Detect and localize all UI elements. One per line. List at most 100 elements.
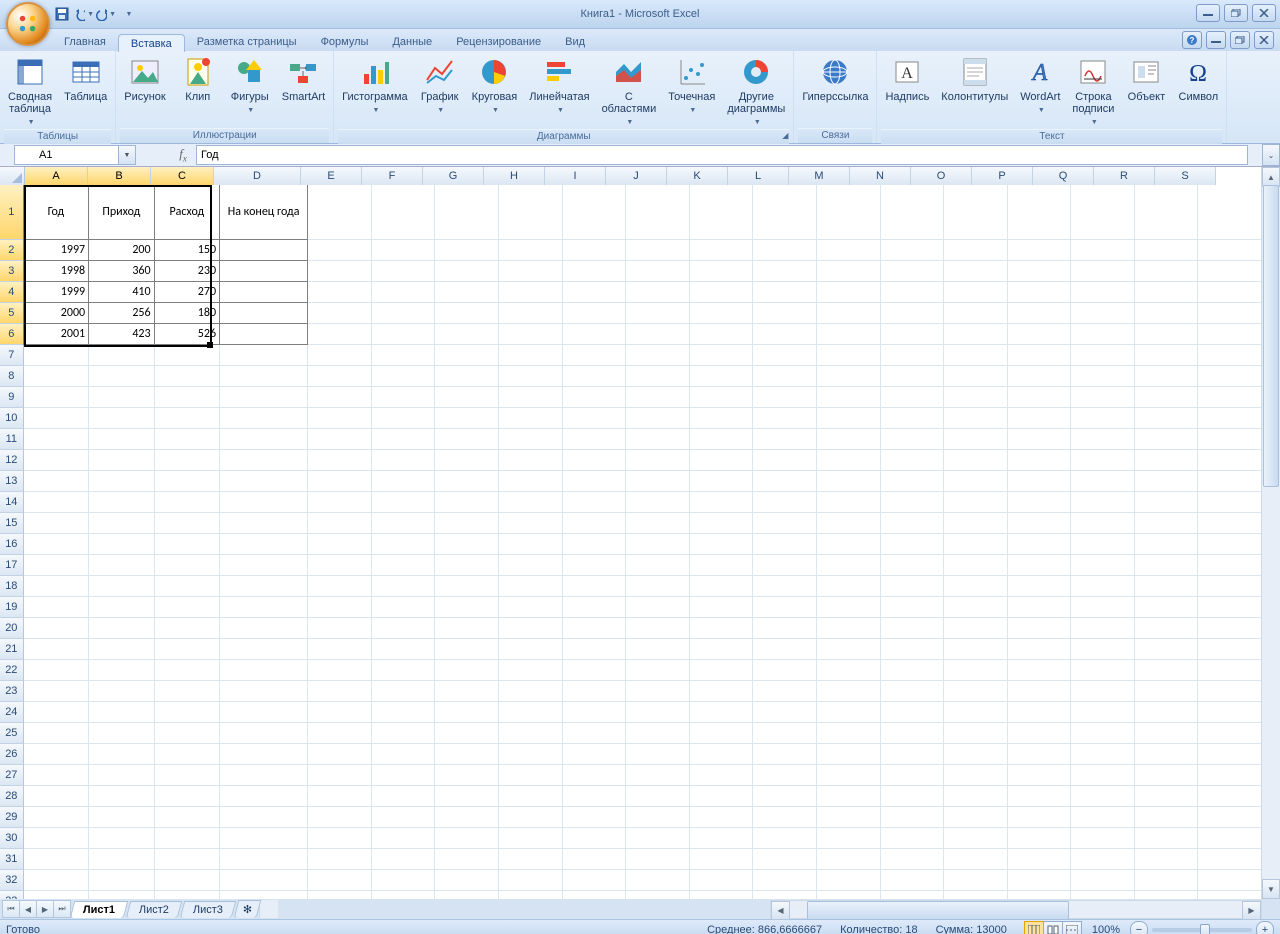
cell-C28[interactable] [155,786,220,807]
cell-Q26[interactable] [1071,744,1135,765]
cell-K20[interactable] [690,618,754,639]
cell-H2[interactable] [499,240,563,261]
cell-F28[interactable] [372,786,436,807]
cell-E17[interactable] [308,555,372,576]
cell-C20[interactable] [155,618,220,639]
cell-L22[interactable] [753,660,817,681]
cell-S2[interactable] [1198,240,1262,261]
cell-B6[interactable]: 423 [88,323,154,345]
cell-A25[interactable] [24,723,89,744]
cell-G33[interactable] [435,891,499,899]
row-header-8[interactable]: 8 [0,366,24,387]
column-header-S[interactable]: S [1155,167,1216,186]
cell-F30[interactable] [372,828,436,849]
cell-J32[interactable] [626,870,690,891]
cell-H32[interactable] [499,870,563,891]
cell-M1[interactable] [817,185,881,240]
cell-P3[interactable] [1008,261,1072,282]
cell-R9[interactable] [1135,387,1199,408]
cell-N13[interactable] [881,471,945,492]
cell-H28[interactable] [499,786,563,807]
cell-E21[interactable] [308,639,372,660]
cell-O24[interactable] [944,702,1008,723]
cell-H20[interactable] [499,618,563,639]
cell-K9[interactable] [690,387,754,408]
cell-S24[interactable] [1198,702,1262,723]
cell-O5[interactable] [944,303,1008,324]
cell-L26[interactable] [753,744,817,765]
cell-D17[interactable] [220,555,308,576]
cell-S32[interactable] [1198,870,1262,891]
cell-C21[interactable] [155,639,220,660]
ribbon-tab-данные[interactable]: Данные [380,33,444,51]
cell-S17[interactable] [1198,555,1262,576]
cell-N27[interactable] [881,765,945,786]
cell-O22[interactable] [944,660,1008,681]
cell-I19[interactable] [563,597,627,618]
cell-J22[interactable] [626,660,690,681]
cell-E25[interactable] [308,723,372,744]
cell-P10[interactable] [1008,408,1072,429]
cell-A4[interactable]: 1999 [23,281,89,303]
cell-C15[interactable] [155,513,220,534]
cell-M31[interactable] [817,849,881,870]
cell-R18[interactable] [1135,576,1199,597]
cell-E30[interactable] [308,828,372,849]
cell-R30[interactable] [1135,828,1199,849]
cell-F16[interactable] [372,534,436,555]
cell-E15[interactable] [308,513,372,534]
cell-Q7[interactable] [1071,345,1135,366]
cell-Q18[interactable] [1071,576,1135,597]
cell-B32[interactable] [89,870,154,891]
cell-A13[interactable] [24,471,89,492]
cell-A21[interactable] [24,639,89,660]
cell-S15[interactable] [1198,513,1262,534]
cell-H27[interactable] [499,765,563,786]
cell-N2[interactable] [881,240,945,261]
cell-Q6[interactable] [1071,324,1135,345]
cell-B1[interactable]: Приход [88,185,154,240]
cell-H11[interactable] [499,429,563,450]
cell-Q32[interactable] [1071,870,1135,891]
cell-I22[interactable] [563,660,627,681]
cell-E26[interactable] [308,744,372,765]
vertical-scroll-thumb[interactable] [1263,185,1279,487]
cell-Q1[interactable] [1071,185,1135,240]
cell-J15[interactable] [626,513,690,534]
column-header-J[interactable]: J [606,167,667,186]
restore-button[interactable] [1224,4,1248,22]
cell-Q5[interactable] [1071,303,1135,324]
cell-L4[interactable] [753,282,817,303]
cell-D29[interactable] [220,807,308,828]
cell-B8[interactable] [89,366,154,387]
cell-B4[interactable]: 410 [88,281,154,303]
cell-N4[interactable] [881,282,945,303]
cell-N28[interactable] [881,786,945,807]
cell-O20[interactable] [944,618,1008,639]
cell-G24[interactable] [435,702,499,723]
cell-H19[interactable] [499,597,563,618]
cell-R24[interactable] [1135,702,1199,723]
cell-K15[interactable] [690,513,754,534]
cell-H3[interactable] [499,261,563,282]
cell-D25[interactable] [220,723,308,744]
cell-D5[interactable] [219,302,308,324]
cell-J8[interactable] [626,366,690,387]
cell-C17[interactable] [155,555,220,576]
page-break-view-button[interactable] [1062,921,1082,934]
cell-E32[interactable] [308,870,372,891]
cell-I15[interactable] [563,513,627,534]
cell-C30[interactable] [155,828,220,849]
cell-S12[interactable] [1198,450,1262,471]
sheet-tab-лист1[interactable]: Лист1 [70,901,129,918]
cell-S23[interactable] [1198,681,1262,702]
cell-M15[interactable] [817,513,881,534]
column-header-M[interactable]: M [789,167,850,186]
cell-I5[interactable] [563,303,627,324]
normal-view-button[interactable] [1024,921,1044,934]
cell-I33[interactable] [563,891,627,899]
cell-D27[interactable] [220,765,308,786]
cell-G23[interactable] [435,681,499,702]
cell-J29[interactable] [626,807,690,828]
cell-D21[interactable] [220,639,308,660]
